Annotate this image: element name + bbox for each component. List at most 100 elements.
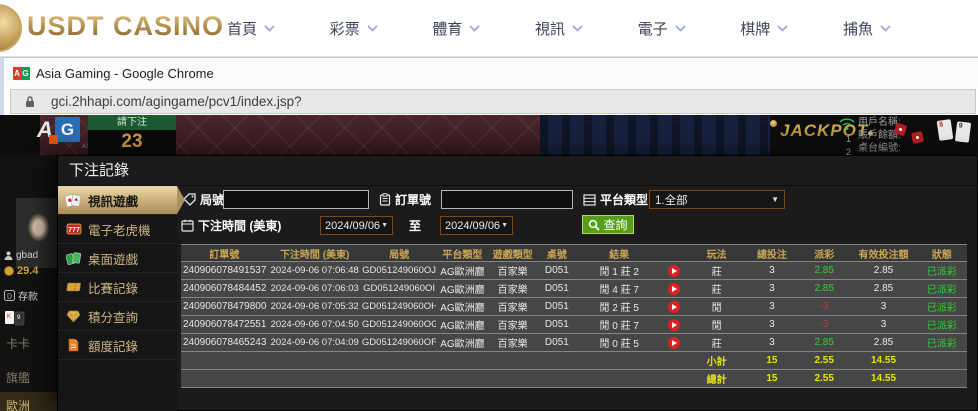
sidebar-item[interactable]: 比賽記錄 <box>58 273 177 302</box>
nav-item[interactable]: 視訊 <box>535 18 583 39</box>
cell-total-bet: 3 <box>745 279 799 298</box>
svg-text:K: K <box>7 314 11 320</box>
svg-text:D: D <box>7 294 12 301</box>
ag-logo-red-square <box>49 135 58 144</box>
dropdown-arrow-icon: ▼ <box>381 222 388 229</box>
lock-icon[interactable] <box>24 95 36 109</box>
cell-time: 2024-09-06 07:05:32 <box>267 297 362 316</box>
cell-status: 已派彩 <box>916 279 967 298</box>
column-header: 平台類型 <box>436 244 489 262</box>
cell-replay[interactable] <box>661 297 688 316</box>
nav-item[interactable]: 電子 <box>638 18 686 39</box>
browser-title-bar: AG Asia Gaming - Google Chrome <box>0 57 978 88</box>
chevron-down-icon <box>777 24 788 32</box>
nav-item[interactable]: 彩票 <box>330 18 378 39</box>
cell-result: 閒 2 莊 5 <box>576 297 662 316</box>
search-button[interactable]: 查詢 <box>582 215 634 234</box>
cell-platform: AG歐洲廳 <box>436 315 489 334</box>
column-header: 下注時間 (美東) <box>267 244 362 262</box>
grand-total-valid-bet: 14.55 <box>850 369 917 388</box>
cell-replay[interactable] <box>661 261 688 280</box>
cell-game: 百家樂 <box>488 315 537 334</box>
nav-item[interactable]: 體育 <box>432 18 480 39</box>
url-text: gci.2hhapi.com/agingame/pcv1/index.jsp? <box>51 94 302 109</box>
deposit-label[interactable]: 存款 <box>18 288 38 303</box>
calendar-icon <box>181 219 194 232</box>
panel-title: 下注記錄 <box>58 156 977 186</box>
replay-play-icon[interactable] <box>668 264 681 277</box>
round-number-input[interactable] <box>223 190 369 209</box>
table-row: 240906078465243 2024-09-06 07:04:09 GD0512… <box>181 333 967 352</box>
order-number-input[interactable] <box>441 190 573 209</box>
session-info-labels: 用戶名稱: 賬戶餘額: 桌台編號: <box>858 116 901 155</box>
cell-total-bet: 3 <box>745 315 799 334</box>
site-top-nav: USDT CASINO 首頁 彩票 體育 視訊 電子 棋牌 捕魚 <box>0 0 978 57</box>
sidebar-item-label: 視訊遊戲 <box>88 194 139 209</box>
cell-valid-bet: 2.85 <box>850 279 917 298</box>
replay-play-icon[interactable] <box>668 282 681 295</box>
cell-result: 閒 0 莊 5 <box>576 333 662 352</box>
bg-menu-item[interactable]: 卡卡 <box>6 335 30 352</box>
cell-order: 240906078484452 <box>181 279 268 298</box>
grand-total-payout: 2.55 <box>798 369 851 388</box>
cell-replay[interactable] <box>661 279 688 298</box>
replay-play-icon[interactable] <box>668 300 681 313</box>
subtotal-payout: 2.55 <box>798 351 851 370</box>
date-from-picker[interactable]: 2024/09/06 ▼ <box>320 216 393 235</box>
column-header: 玩法 <box>687 244 746 262</box>
sidebar-item[interactable]: 積分查詢 <box>58 302 177 331</box>
seat-number: 1 <box>846 134 852 144</box>
cell-replay[interactable] <box>661 315 688 334</box>
cell-round: GD051249060OI <box>361 279 437 298</box>
column-header: 結果 <box>576 244 662 262</box>
cell-game: 百家樂 <box>488 261 537 280</box>
table-games-icon <box>65 251 82 265</box>
search-icon <box>589 219 601 231</box>
sidebar-item-label: 積分查詢 <box>88 310 139 325</box>
sidebar-item[interactable]: 視訊遊戲 <box>58 186 177 215</box>
clipboard-icon <box>379 193 391 206</box>
deposit-icon: D <box>4 290 15 301</box>
chevron-down-icon <box>367 24 378 32</box>
slot-icon: 777 <box>65 222 82 236</box>
column-header: 訂單號 <box>181 244 268 262</box>
cell-play: 閒 <box>687 297 746 316</box>
cell-platform: AG歐洲廳 <box>436 333 489 352</box>
address-bar[interactable]: gci.2hhapi.com/agingame/pcv1/index.jsp? <box>10 89 976 114</box>
replay-play-icon[interactable] <box>668 318 681 331</box>
nav-item-label: 捕魚 <box>842 20 873 38</box>
site-logo[interactable]: USDT CASINO <box>27 11 224 42</box>
sidebar-item[interactable]: 777 電子老虎機 <box>58 215 177 244</box>
date-to-picker[interactable]: 2024/09/06 ▼ <box>440 216 513 235</box>
cell-replay[interactable] <box>661 333 688 352</box>
dropdown-arrow-icon: ▼ <box>501 222 508 229</box>
mini-cards-icon: K 9 <box>5 311 25 326</box>
nav-item[interactable]: 首頁 <box>227 18 275 39</box>
platform-type-dropdown[interactable]: 1.全部 ▼ <box>649 190 785 209</box>
bg-menu-item[interactable]: 旗艦 <box>6 369 30 386</box>
table-row: 240906078472551 2024-09-06 07:04:50 GD0512… <box>181 315 967 334</box>
bg-menu-item-active[interactable]: 歐洲 <box>0 392 57 411</box>
chevron-down-icon <box>469 24 480 32</box>
sidebar-item[interactable]: 桌面遊戲 <box>58 244 177 273</box>
cell-valid-bet: 2.85 <box>850 333 917 352</box>
deposit-row[interactable]: D 存款 <box>4 288 38 303</box>
nav-item-label: 棋牌 <box>740 20 771 38</box>
column-header <box>661 244 688 262</box>
cell-game: 百家樂 <box>488 297 537 316</box>
replay-play-icon[interactable] <box>668 336 681 349</box>
cell-play: 閒 <box>687 315 746 334</box>
gem-icon <box>65 310 82 323</box>
grand-total-label: 總計 <box>687 369 746 388</box>
list-icon <box>583 193 596 206</box>
nav-item-label: 彩票 <box>329 20 360 38</box>
person-icon <box>4 251 13 260</box>
order-filter-label: 訂單號 <box>379 191 431 208</box>
sidebar-item-label: 額度記錄 <box>88 339 139 354</box>
playing-card: 8 <box>936 119 954 141</box>
nav-item[interactable]: 捕魚 <box>843 18 891 39</box>
cell-time: 2024-09-06 07:06:48 <box>267 261 362 280</box>
nav-item[interactable]: 棋牌 <box>740 18 788 39</box>
browser-address-area: gci.2hhapi.com/agingame/pcv1/index.jsp? <box>0 88 978 115</box>
sidebar-item[interactable]: 額度記錄 <box>58 331 177 360</box>
